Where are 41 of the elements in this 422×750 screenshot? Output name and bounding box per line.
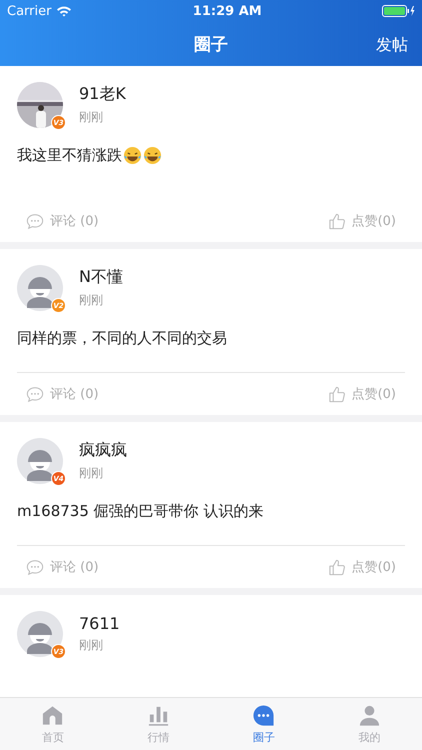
post-time: 刚刚 [79, 637, 104, 654]
avatar-icon [17, 438, 63, 484]
home-icon [41, 704, 64, 726]
user-name: 7611 [79, 614, 120, 633]
like-button[interactable]: 点赞(0) [320, 546, 404, 588]
user-name: 91老K [79, 84, 126, 105]
like-button[interactable]: 点赞(0) [320, 200, 404, 242]
tab-bar-item[interactable]: 首页 [0, 698, 106, 750]
tab-bar-item[interactable]: 行情 [106, 698, 211, 750]
comment-button[interactable]: 评论 (0) [18, 200, 107, 242]
comment-icon [26, 558, 44, 576]
post-time: 刚刚 [79, 109, 104, 126]
avatar-icon [17, 265, 63, 311]
thumbs-up-icon [328, 212, 346, 230]
avatar-icon [17, 611, 63, 657]
post-time: 刚刚 [79, 465, 104, 482]
user-name: 疯疯疯 [79, 440, 127, 461]
thumbs-up-icon [328, 386, 346, 402]
comment-icon [26, 212, 44, 230]
person-icon [358, 704, 381, 726]
user-name: N不懂 [79, 267, 123, 288]
comment-button[interactable]: 评论 (0) [18, 373, 107, 415]
laughing-face-icon [123, 146, 142, 165]
post-time: 刚刚 [79, 292, 104, 309]
chat-bubble-icon [252, 704, 276, 726]
carrier-label: Carrier [7, 4, 52, 18]
post-text: 我这里不猜涨跌 [17, 146, 122, 165]
new-post-button[interactable]: 发帖 [374, 31, 410, 60]
comment-icon [26, 386, 44, 402]
status-time: 11:29 AM [192, 4, 262, 18]
wifi-icon [56, 5, 72, 17]
tab-bar-item[interactable]: 圈子 [211, 698, 316, 750]
tab-bar-item[interactable]: 我的 [316, 698, 422, 750]
post-text: 同样的票，不同的人不同的交易 [17, 329, 227, 348]
thumbs-up-icon [328, 558, 346, 576]
battery-icon [382, 5, 416, 17]
page-title: 圈子 [194, 34, 228, 56]
post-text: m168735 倔强的巴哥带你 认识的来 [17, 502, 264, 521]
laughing-face-icon [143, 146, 162, 165]
like-button[interactable]: 点赞(0) [320, 373, 404, 415]
comment-button[interactable]: 评论 (0) [18, 546, 107, 588]
